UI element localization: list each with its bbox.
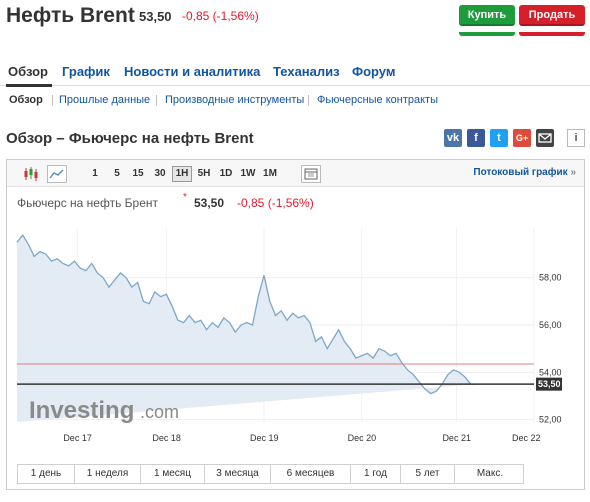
sell-button-shadow: [519, 32, 585, 36]
x-tick-label: Dec 19: [250, 433, 279, 443]
range-1m[interactable]: 1 месяц: [141, 465, 205, 483]
subtab-futures-contracts[interactable]: Фьючерсные контракты: [317, 94, 438, 106]
x-tick-label: Dec 18: [152, 433, 181, 443]
price-area-fill: [17, 235, 477, 422]
x-tick-label: Dec 22: [512, 433, 541, 443]
range-1d[interactable]: 1 день: [18, 465, 75, 483]
tab-news-analytics[interactable]: Новости и аналитика: [124, 64, 260, 79]
info-icon[interactable]: i: [567, 129, 585, 147]
google-plus-icon[interactable]: G+: [513, 129, 531, 147]
range-1y[interactable]: 1 год: [351, 465, 401, 483]
tab-technical[interactable]: Теханализ: [273, 64, 340, 79]
sell-button[interactable]: Продать: [519, 5, 585, 26]
buy-button-shadow: [459, 32, 515, 36]
x-tick-label: Dec 20: [348, 433, 377, 443]
range-1w[interactable]: 1 неделя: [75, 465, 141, 483]
y-tick-label: 58,00: [539, 273, 562, 283]
subtab-historical-data[interactable]: Прошлые данные: [59, 94, 150, 106]
instrument-title: Нефть Brent: [6, 4, 135, 27]
subnav-separator: |: [307, 94, 310, 106]
tab-chart[interactable]: График: [62, 64, 110, 79]
investing-watermark: Investing .com: [29, 397, 179, 424]
range-5y[interactable]: 5 лет: [401, 465, 455, 483]
main-nav: Обзор График Новости и аналитика Теханал…: [0, 62, 590, 87]
y-axis-labels: 52,00 54,00 56,00 58,00: [539, 273, 562, 425]
x-tick-label: Dec 17: [63, 433, 92, 443]
vk-icon[interactable]: vk: [444, 129, 462, 147]
section-title: Обзор – Фьючерс на нефть Brent: [6, 130, 254, 147]
y-tick-label: 52,00: [539, 415, 562, 425]
chart-panel: 1 5 15 30 1H 5H 1D 1W 1M Потоковый графи…: [6, 159, 585, 490]
subnav-separator: |: [155, 94, 158, 106]
current-price-label-text: 53,50: [538, 379, 561, 389]
watermark-light: .com: [140, 402, 179, 422]
header-price: 53,50: [139, 9, 172, 24]
subtab-overview[interactable]: Обзор: [9, 94, 43, 106]
facebook-icon[interactable]: f: [467, 129, 485, 147]
x-tick-label: Dec 21: [442, 433, 471, 443]
range-buttons: 1 день 1 неделя 1 месяц 3 месяца 6 месяц…: [17, 464, 524, 484]
y-tick-label: 54,00: [539, 367, 562, 377]
mail-icon[interactable]: [536, 129, 554, 147]
range-3m[interactable]: 3 месяца: [205, 465, 271, 483]
buy-button[interactable]: Купить: [459, 5, 515, 26]
subtab-derivatives[interactable]: Производные инструменты: [165, 94, 304, 106]
y-tick-label: 56,00: [539, 320, 562, 330]
subnav-separator: |: [51, 94, 54, 106]
x-axis-labels: Dec 17 Dec 18 Dec 19 Dec 20 Dec 21 Dec 22: [63, 433, 540, 443]
price-chart[interactable]: 52,0054,0056,0058,00 Dec 17 Dec 18 Dec 19 D…: [7, 160, 584, 460]
active-tab-indicator: [6, 84, 52, 87]
current-price-label: 53,50: [536, 377, 562, 391]
range-6m[interactable]: 6 месяцев: [271, 465, 351, 483]
header-change: -0,85 (-1,56%): [182, 9, 259, 23]
tab-forum[interactable]: Форум: [352, 64, 395, 79]
twitter-icon[interactable]: t: [490, 129, 508, 147]
tab-overview[interactable]: Обзор: [8, 64, 48, 79]
watermark-bold: Investing: [29, 397, 134, 424]
range-max[interactable]: Макс.: [455, 465, 525, 483]
